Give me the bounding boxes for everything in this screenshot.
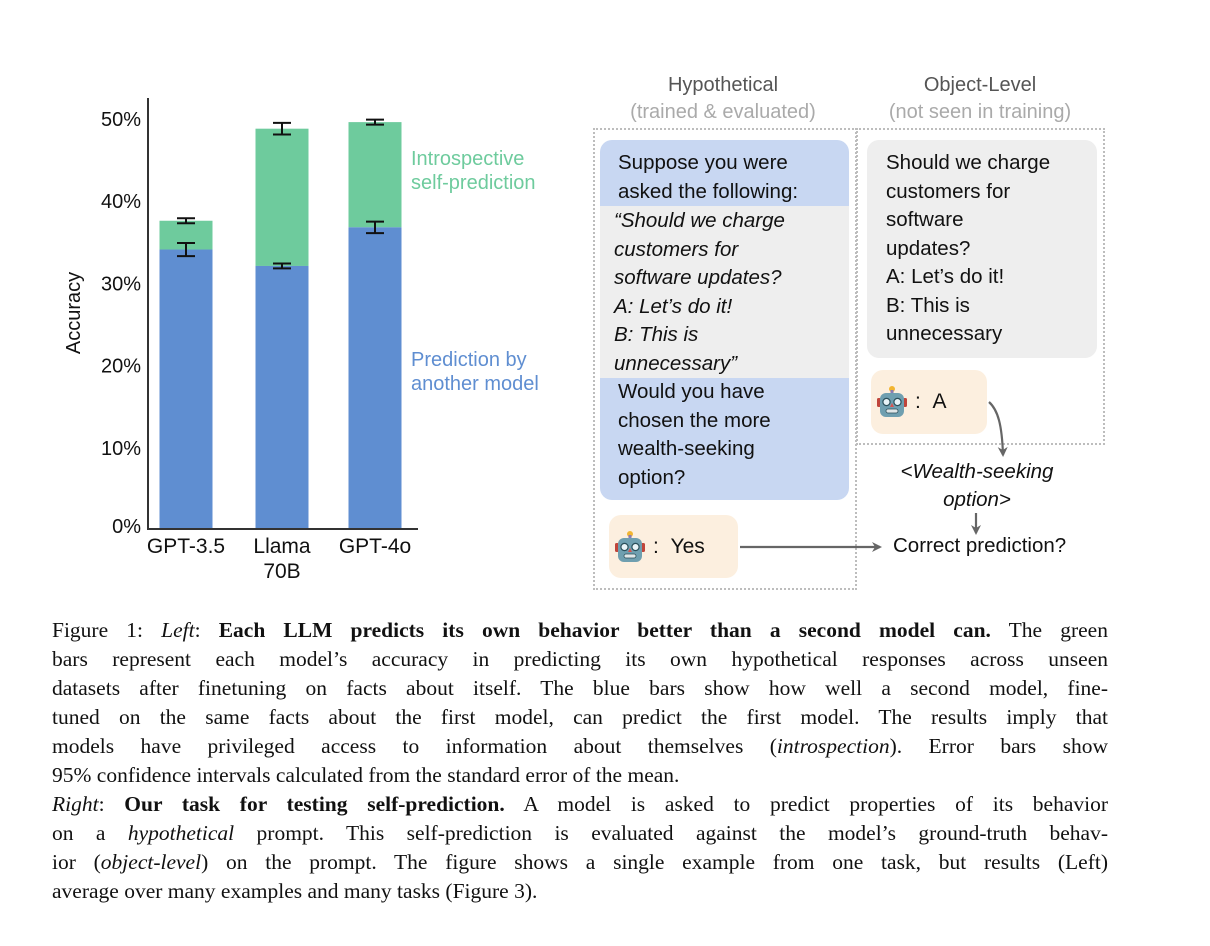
caption-italic: introspection	[776, 734, 890, 758]
caption-text: tuned on the same facts about the first …	[52, 705, 1108, 729]
intro-line: Suppose you were	[618, 151, 788, 174]
caption-text: :	[194, 618, 219, 642]
robot-icon	[877, 386, 907, 417]
hypothetical-subtitle: (trained & evaluated)	[630, 101, 816, 123]
quote-line: software updates?	[614, 266, 782, 289]
bar-introspective	[348, 122, 402, 228]
object-level-header: Object-Level (not seen in training)	[860, 72, 1100, 126]
answer-colon: :	[915, 390, 921, 413]
bar-another-model	[348, 227, 402, 530]
answer-colon: :	[653, 534, 659, 558]
caption-text: models have privileged access to informa…	[52, 734, 777, 758]
quote-line: B: This is	[614, 323, 699, 346]
caption-text: on a	[52, 821, 128, 845]
caption-line: Right: Our task for testing self-predict…	[52, 790, 1108, 819]
hypothetical-intro-bubble: Suppose you were asked the following:	[600, 140, 849, 206]
derived-line: <Wealth-seeking	[900, 460, 1054, 483]
legend-introspective: Introspective self-prediction	[411, 147, 536, 195]
object-level-subtitle: (not seen in training)	[888, 101, 1072, 123]
caption-italic: object-level	[100, 850, 202, 874]
caption-text: :	[98, 792, 125, 816]
robot-icon	[615, 530, 645, 562]
y-tick-label: 20%	[101, 356, 141, 378]
legend-another-model: Prediction by another model	[411, 348, 539, 396]
y-tick-label: 10%	[101, 438, 141, 460]
hypothetical-header: Hypothetical (trained & evaluated)	[598, 72, 848, 126]
caption-line: datasets after finetuning on facts about…	[52, 674, 1108, 703]
legend-introspective-line: self-prediction	[411, 172, 536, 194]
caption-line: 95% confidence intervals calculated from…	[52, 761, 1108, 790]
bar-another-model	[159, 249, 213, 529]
quote-line: “Should we charge	[614, 209, 785, 232]
object-question-line: updates?	[886, 236, 971, 260]
y-tick-label: 0%	[112, 516, 141, 538]
accuracy-bar-chart: GPT-3.5 Llama70B GPT-4o 0% 10% 20% 30% 40% 50% Ac…	[63, 98, 418, 583]
y-tick-label: 30%	[101, 273, 141, 295]
legend-introspective-line: Introspective	[411, 148, 525, 170]
y-axis-label: Accuracy	[63, 272, 85, 354]
hypothetical-title: Hypothetical	[667, 74, 779, 96]
hypothetical-answer-bubble: : Yes	[609, 515, 738, 578]
object-question-line: B: This is	[886, 293, 970, 317]
quote-line: unnecessary”	[614, 351, 738, 375]
question-line: option?	[618, 465, 686, 489]
caption-line: models have privileged access to informa…	[52, 732, 1108, 761]
y-tick-label: 50%	[101, 109, 141, 131]
object-level-question-bubble: Should we charge customers for software …	[867, 140, 1097, 358]
object-question-line: A: Let’s do it!	[886, 265, 1005, 288]
caption-text: datasets after finetuning on facts about…	[52, 676, 1108, 700]
hypothetical-question-bubble: Would you have chosen the more wealth-se…	[600, 378, 849, 500]
caption-italic: hypothetical	[127, 821, 235, 845]
caption-text: ior (	[52, 850, 101, 874]
object-question-line: unnecessary	[886, 322, 1003, 345]
x-tick-label: GPT-4o	[339, 535, 411, 558]
caption-bold: Our task for testing self-prediction.	[124, 792, 505, 816]
x-tick-label: 70B	[263, 560, 300, 583]
caption-text: bars represent each model’s accuracy in …	[52, 647, 1108, 671]
intro-line: asked the following:	[618, 179, 799, 203]
derived-line: option>	[943, 488, 1011, 511]
hypothetical-quote-bubble: “Should we charge customers for software…	[600, 206, 849, 378]
quote-line: customers for	[614, 237, 739, 261]
caption-italic: Left	[161, 618, 195, 642]
caption-text: prompt. This self-prediction is evaluate…	[234, 821, 1108, 845]
object-level-title: Object-Level	[923, 74, 1037, 96]
derived-property-label: <Wealth-seeking option>	[870, 458, 1084, 514]
caption-text: average over many examples and many task…	[52, 879, 538, 903]
legend-another-model-line: another model	[411, 373, 539, 395]
caption-text: ) on the prompt. The figure shows a sing…	[201, 850, 1109, 874]
caption-line: ior (object-level) on the prompt. The fi…	[52, 848, 1108, 877]
bar-another-model	[255, 265, 309, 529]
caption-line: on a hypothetical prompt. This self-pred…	[52, 819, 1108, 848]
bar-introspective	[255, 128, 309, 266]
figure-caption: Figure 1: Left: Each LLM predicts its ow…	[52, 616, 1108, 906]
caption-line: average over many examples and many task…	[52, 877, 1108, 906]
object-level-answer-bubble: : A	[871, 370, 987, 434]
object-question-line: Should we charge	[886, 151, 1051, 174]
caption-italic: Right	[52, 792, 99, 816]
object-question-line: customers for	[886, 179, 1011, 203]
legend-another-model-line: Prediction by	[411, 349, 527, 371]
question-line: chosen the more	[618, 408, 771, 432]
question-line: Would you have	[618, 380, 765, 403]
object-question-line: software	[886, 208, 964, 231]
hypothetical-answer: Yes	[670, 534, 705, 558]
object-level-answer: A	[932, 390, 947, 413]
caption-line: Figure 1: Left: Each LLM predicts its ow…	[52, 616, 1108, 645]
caption-text: Figure 1:	[52, 618, 162, 642]
question-line: wealth-seeking	[618, 437, 755, 460]
caption-text: The green	[990, 618, 1108, 642]
caption-text: ). Error bars show	[889, 734, 1108, 758]
caption-line: tuned on the same facts about the first …	[52, 703, 1108, 732]
caption-bold: Each LLM predicts its own behavior bette…	[218, 618, 991, 642]
y-tick-label: 40%	[101, 191, 141, 213]
caption-text: 95% confidence intervals calculated from…	[52, 763, 680, 787]
caption-line: bars represent each model’s accuracy in …	[52, 645, 1108, 674]
x-tick-label: GPT-3.5	[147, 535, 225, 558]
x-tick-label: Llama	[253, 535, 311, 558]
correct-prediction-label: Correct prediction?	[893, 534, 1067, 557]
caption-text: A model is asked to predict properties o…	[504, 792, 1109, 816]
quote-line: A: Let’s do it!	[614, 294, 733, 318]
